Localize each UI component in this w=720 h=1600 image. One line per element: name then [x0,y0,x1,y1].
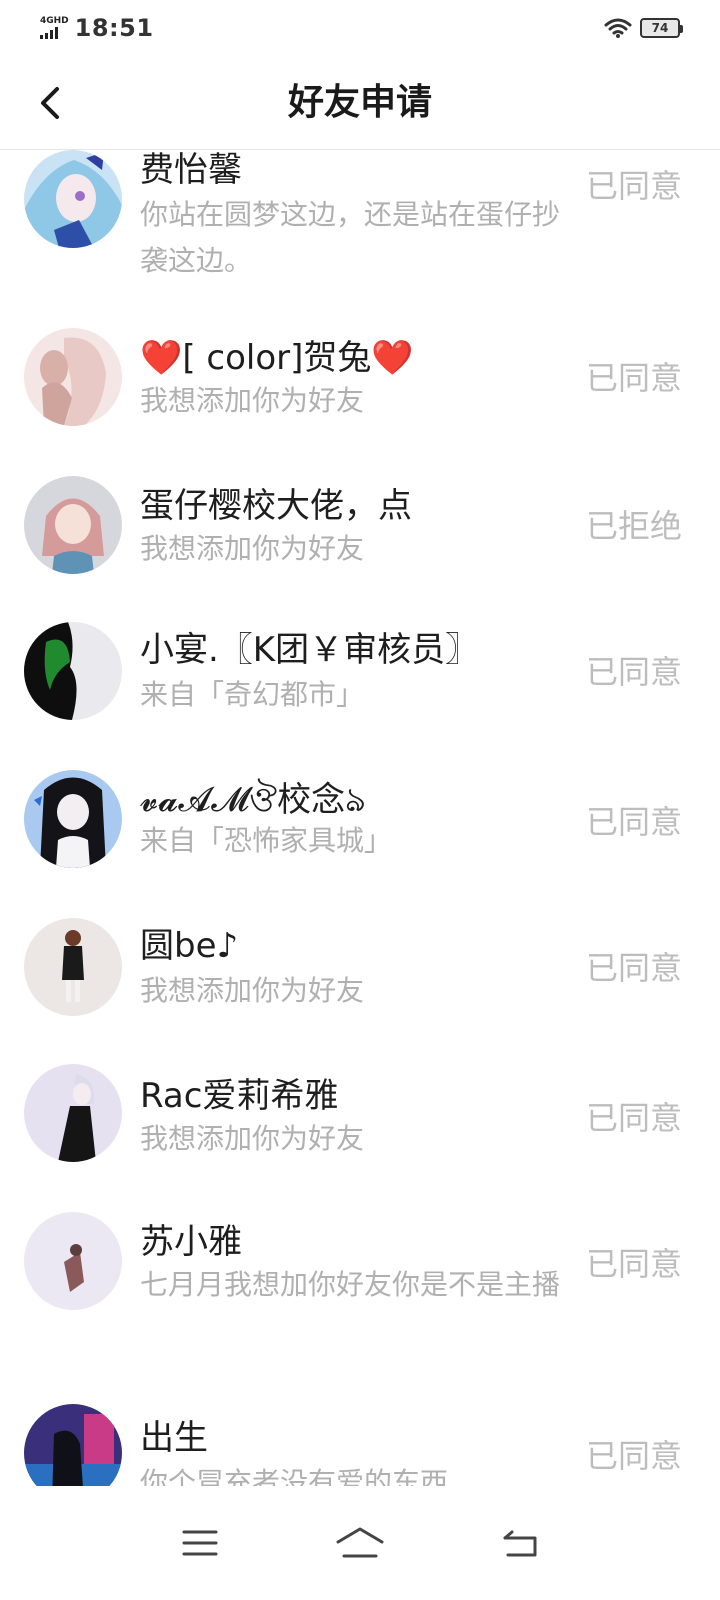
list-item[interactable]: 𝓿𝓪𝓐𝓜ঔ校念ঌ 来自「恐怖家具城」 已同意 [0,760,720,890]
back-arrow-icon [503,1530,537,1557]
status-bar: 4GHD 18:51 74 [0,0,720,56]
avatar[interactable] [24,1064,122,1162]
list-item[interactable]: 苏小雅 七月月我想加你好友你是不是主播 已同意 [0,1204,720,1374]
request-message: 我想添加你为好友 [140,532,365,565]
request-message: 来自「奇幻都市」 [140,678,365,711]
avatar[interactable] [24,1404,122,1486]
list-item[interactable]: 圆be♪ 我想添加你为好友 已同意 [0,908,720,1038]
request-status: 已同意 [585,1099,682,1137]
request-status: 已同意 [585,167,682,205]
status-left: 4GHD 18:51 [40,14,154,42]
request-status: 已同意 [585,359,682,397]
avatar[interactable] [24,328,122,426]
request-name: 费怡馨 [140,150,242,190]
request-status: 已同意 [585,1437,682,1475]
avatar[interactable] [24,150,122,248]
status-time: 18:51 [74,14,154,42]
request-name: 𝓿𝓪𝓐𝓜ঔ校念ঌ [140,780,366,820]
list-item[interactable]: 费怡馨 你站在圆梦这边，还是站在蛋仔抄袭这边。 已同意 [0,150,720,298]
request-message: 你站在圆梦这边，还是站在蛋仔抄袭这边。 [140,198,561,277]
list-item[interactable]: 蛋仔樱校大佬，点 我想添加你为好友 已拒绝 [0,464,720,594]
avatar[interactable] [24,622,122,720]
request-message: 我想添加你为好友 [140,384,365,417]
battery-level: 74 [651,21,669,35]
list-item[interactable]: 出生 你个冒充者没有爱的东西 已同意 [0,1402,720,1486]
request-name: ❤️[ color]贺兔❤️ [140,338,414,378]
request-status: 已同意 [585,803,682,841]
menu-icon [182,1530,218,1556]
request-name: 小宴.〖K团￥审核员〗 [140,630,480,670]
list-item[interactable]: Rac爱莉希雅 我想添加你为好友 已同意 [0,1056,720,1186]
request-name: 出生 [140,1418,208,1458]
network-type: 4GHD [40,16,69,26]
avatar[interactable] [24,918,122,1016]
request-message: 七月月我想加你好友你是不是主播 [140,1268,561,1301]
request-status: 已同意 [585,653,682,691]
page-title: 好友申请 [287,82,432,123]
battery-icon: 74 [640,18,683,38]
avatar[interactable] [24,476,122,574]
request-name: 蛋仔樱校大佬，点 [140,486,412,526]
home-icon [336,1527,384,1558]
return-button[interactable] [490,1513,550,1573]
request-status: 已同意 [585,1245,682,1283]
request-status: 已拒绝 [585,507,682,545]
request-name: 苏小雅 [140,1222,242,1262]
signal-icon: 4GHD [40,17,69,39]
header: 好友申请 [0,56,720,150]
request-name: 圆be♪ [140,926,239,966]
home-button[interactable] [330,1513,390,1573]
request-message: 来自「恐怖家具城」 [140,824,393,857]
request-message: 你个冒充者没有爱的东西 [140,1466,449,1486]
friend-request-list[interactable]: 费怡馨 你站在圆梦这边，还是站在蛋仔抄袭这边。 已同意 ❤️[ color]贺兔… [0,150,720,1486]
system-navigation-bar [0,1486,720,1600]
request-name: Rac爱莉希雅 [140,1076,339,1116]
list-item[interactable]: 小宴.〖K团￥审核员〗 来自「奇幻都市」 已同意 [0,612,720,742]
wifi-icon [604,18,632,38]
list-item[interactable]: ❤️[ color]贺兔❤️ 我想添加你为好友 已同意 [0,316,720,446]
request-message: 我想添加你为好友 [140,974,365,1007]
menu-button[interactable] [170,1513,230,1573]
avatar[interactable] [24,1212,122,1310]
request-status: 已同意 [585,949,682,987]
status-right: 74 [604,17,683,39]
avatar[interactable] [24,770,122,868]
request-message: 我想添加你为好友 [140,1122,365,1155]
